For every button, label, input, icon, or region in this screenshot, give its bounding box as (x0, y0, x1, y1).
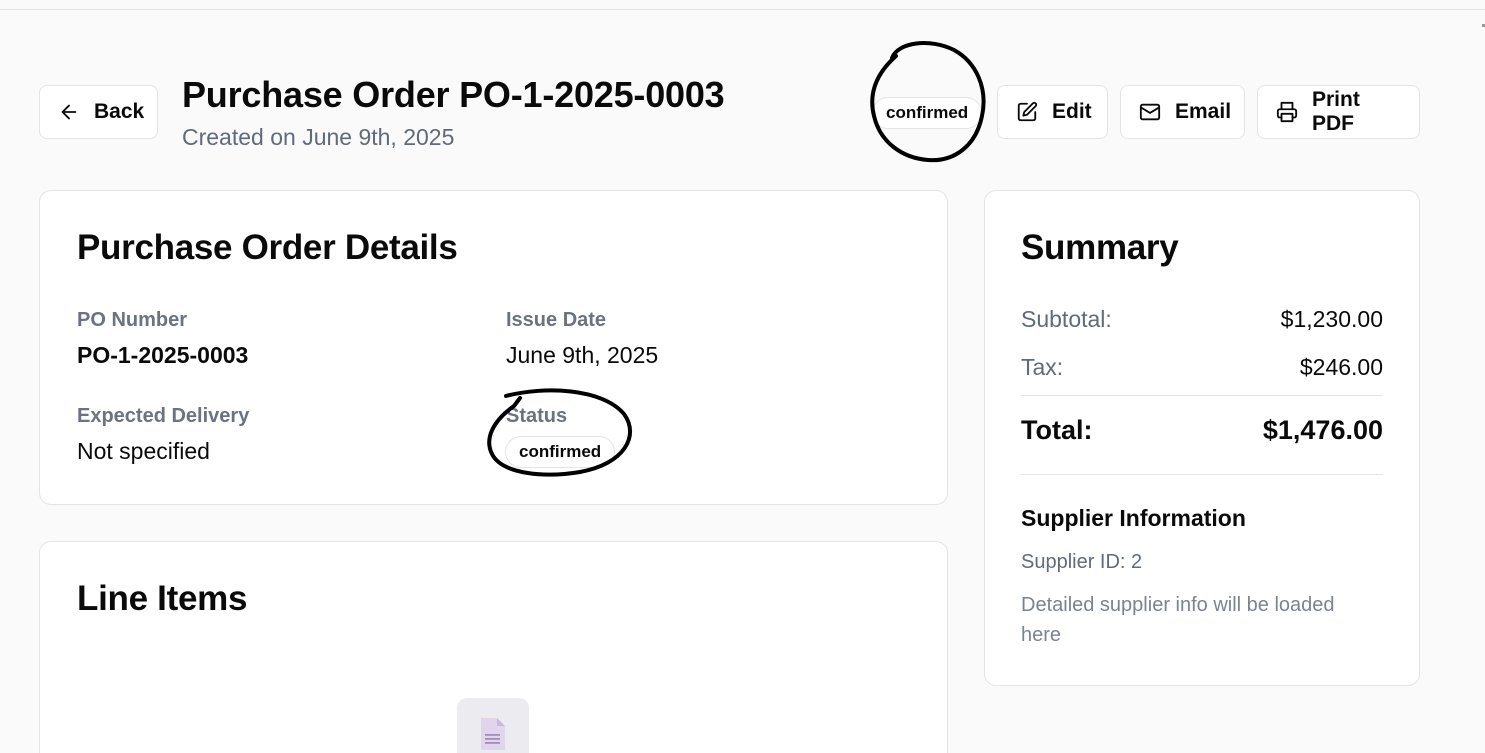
supplier-info-title: Supplier Information (1021, 505, 1246, 531)
subtotal-label: Subtotal: (1021, 306, 1112, 332)
total-value: $1,476.00 (1262, 415, 1383, 445)
summary-title: Summary (1021, 228, 1179, 267)
status-label: Status (506, 405, 568, 427)
summary-divider-2 (1021, 474, 1383, 475)
issue-date-value: June 9th, 2025 (506, 342, 659, 368)
back-button-label: Back (94, 100, 145, 123)
line-items-title: Line Items (77, 579, 248, 618)
issue-date-label: Issue Date (506, 309, 607, 331)
po-number-label: PO Number (77, 309, 188, 331)
mail-icon (1139, 103, 1161, 121)
subtotal-value: $1,230.00 (1280, 306, 1383, 332)
email-button-label: Email (1175, 100, 1232, 123)
printer-icon (1276, 101, 1298, 123)
edit-button-label: Edit (1052, 100, 1092, 123)
status-value-badge: confirmed (505, 436, 616, 468)
expected-delivery-value: Not specified (77, 438, 210, 464)
tax-label: Tax: (1021, 354, 1064, 380)
expected-delivery-label: Expected Delivery (77, 405, 250, 427)
tax-value: $246.00 (1299, 354, 1383, 380)
total-label: Total: (1021, 415, 1093, 445)
email-button[interactable]: Email (1120, 85, 1245, 139)
print-pdf-button-label: Print PDF (1312, 88, 1360, 135)
back-button[interactable]: Back (39, 85, 158, 139)
supplier-note-line1: Detailed supplier info will be loaded (1021, 594, 1335, 616)
page-title: Purchase Order PO-1-2025-0003 (182, 74, 725, 115)
summary-divider-1 (1021, 395, 1383, 396)
empty-state-icon-wrapper (457, 698, 529, 753)
document-icon (481, 718, 505, 750)
print-pdf-button[interactable]: Print PDF (1257, 85, 1420, 139)
edit-icon (1017, 101, 1038, 122)
top-divider (0, 9, 1485, 10)
arrow-left-icon (61, 104, 77, 120)
supplier-note-line2: here (1021, 624, 1062, 646)
supplier-id: Supplier ID: 2 (1021, 551, 1143, 573)
po-number-value: PO-1-2025-0003 (77, 342, 249, 368)
status-badge: confirmed (872, 97, 983, 129)
details-card-title: Purchase Order Details (77, 228, 458, 267)
edit-button[interactable]: Edit (997, 85, 1108, 139)
page-subtitle: Created on June 9th, 2025 (182, 124, 455, 150)
